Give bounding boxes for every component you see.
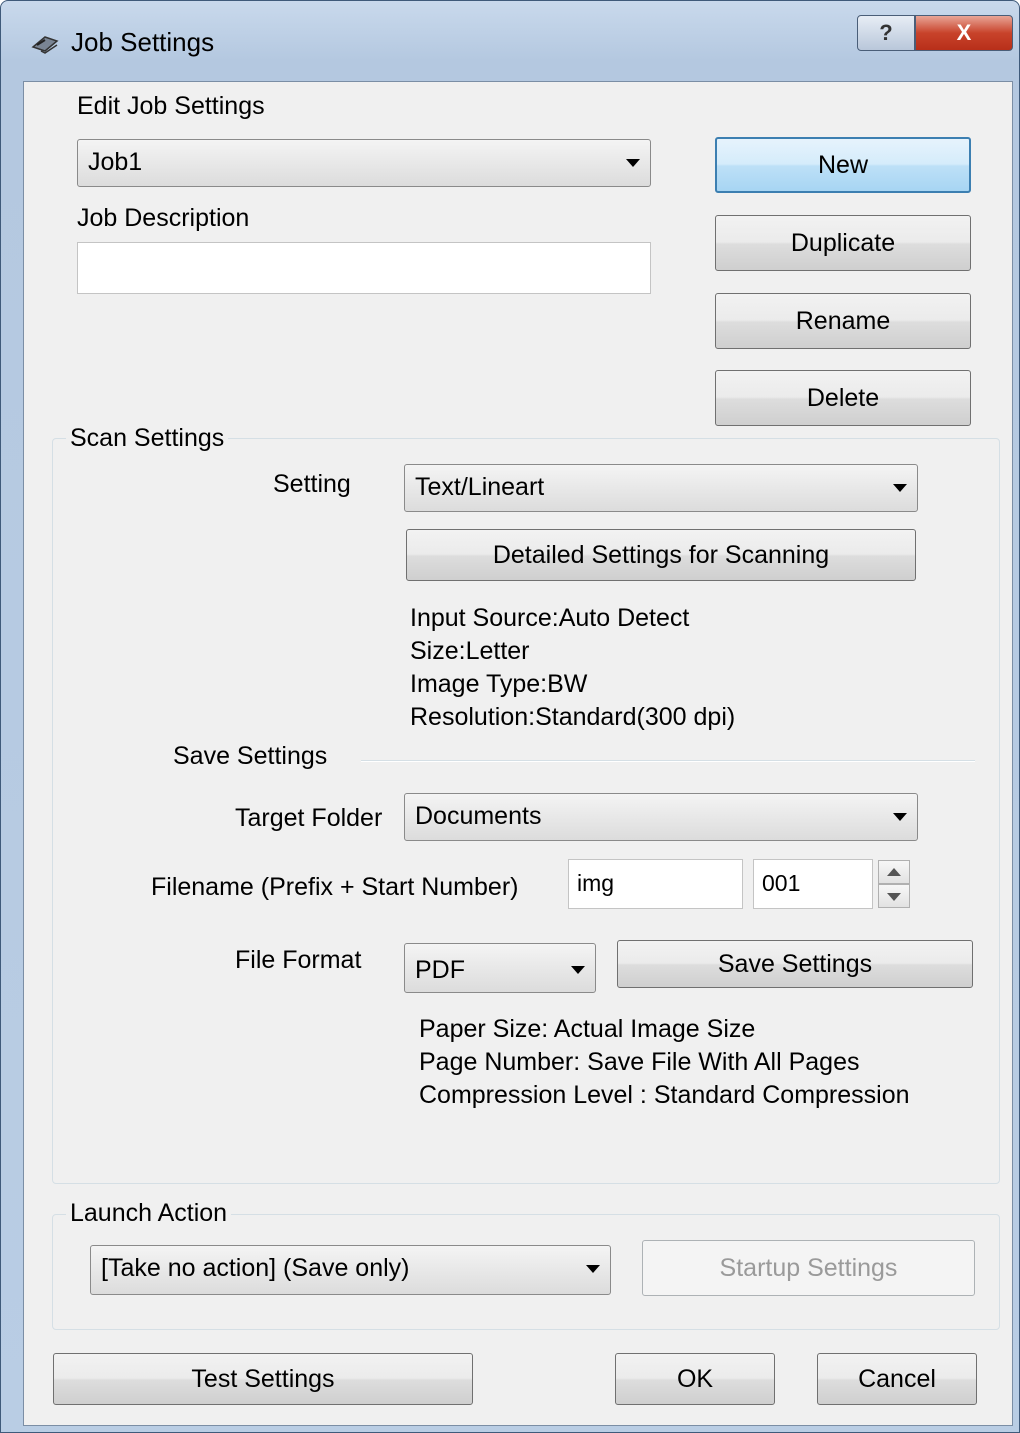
file-format-select[interactable]: PDF (404, 943, 596, 993)
scan-settings-title: Scan Settings (66, 424, 229, 453)
ok-button[interactable]: OK (615, 1353, 775, 1405)
job-description-input[interactable] (77, 242, 651, 294)
target-folder-value: Documents (415, 802, 542, 830)
setting-select-value: Text/Lineart (415, 473, 545, 501)
help-button[interactable]: ? (857, 15, 915, 51)
chevron-down-icon (586, 1265, 600, 1273)
target-folder-select[interactable]: Documents (404, 793, 918, 841)
startup-settings-button[interactable]: Startup Settings (642, 1240, 975, 1296)
scan-info-input-source: Input Source:Auto Detect (410, 604, 690, 632)
save-settings-divider (361, 760, 975, 762)
launch-action-title: Launch Action (66, 1199, 232, 1228)
cancel-button[interactable]: Cancel (817, 1353, 977, 1405)
save-info-page-number: Page Number: Save File With All Pages (419, 1048, 860, 1076)
launch-action-value: [Take no action] (Save only) (101, 1254, 410, 1282)
save-info-paper-size: Paper Size: Actual Image Size (419, 1015, 756, 1043)
dialog-client-area: Edit Job Settings Job1 Job Description N… (23, 81, 1013, 1426)
window-title: Job Settings (71, 27, 215, 57)
test-settings-button[interactable]: Test Settings (53, 1353, 473, 1405)
scan-info-size: Size:Letter (410, 637, 530, 665)
scanner-icon (31, 36, 59, 54)
scan-info-resolution: Resolution:Standard(300 dpi) (410, 703, 736, 731)
filename-label: Filename (Prefix + Start Number) (151, 873, 519, 901)
chevron-down-icon (571, 966, 585, 974)
new-button[interactable]: New (715, 137, 971, 193)
launch-action-select[interactable]: [Take no action] (Save only) (90, 1245, 611, 1295)
rename-button[interactable]: Rename (715, 293, 971, 349)
start-number-up-button[interactable] (878, 860, 910, 884)
file-format-value: PDF (415, 956, 465, 984)
chevron-down-icon (893, 484, 907, 492)
save-settings-button[interactable]: Save Settings (617, 940, 973, 988)
edit-job-settings-label: Edit Job Settings (77, 92, 265, 120)
filename-prefix-input[interactable]: img (568, 859, 743, 909)
job-settings-window: Job Settings ? X Edit Job Settings Job1 … (0, 0, 1020, 1433)
start-number-input[interactable]: 001 (753, 859, 873, 909)
job-select-value: Job1 (88, 148, 143, 176)
detailed-settings-button[interactable]: Detailed Settings for Scanning (406, 529, 916, 581)
close-button[interactable]: X (915, 15, 1013, 51)
start-number-down-button[interactable] (878, 884, 910, 908)
save-info-compression: Compression Level : Standard Compression (419, 1081, 910, 1109)
chevron-down-icon (626, 159, 640, 167)
arrow-up-icon (887, 868, 901, 876)
job-description-label: Job Description (77, 204, 250, 232)
setting-label: Setting (273, 470, 351, 498)
title-bar[interactable]: Job Settings ? X (1, 1, 1019, 81)
setting-select[interactable]: Text/Lineart (404, 464, 918, 512)
save-settings-title: Save Settings (173, 742, 328, 770)
scan-info-image-type: Image Type:BW (410, 670, 588, 698)
job-select[interactable]: Job1 (77, 139, 651, 187)
arrow-down-icon (887, 893, 901, 901)
delete-button[interactable]: Delete (715, 370, 971, 426)
duplicate-button[interactable]: Duplicate (715, 215, 971, 271)
target-folder-label: Target Folder (235, 804, 383, 832)
chevron-down-icon (893, 813, 907, 821)
file-format-label: File Format (235, 946, 362, 974)
